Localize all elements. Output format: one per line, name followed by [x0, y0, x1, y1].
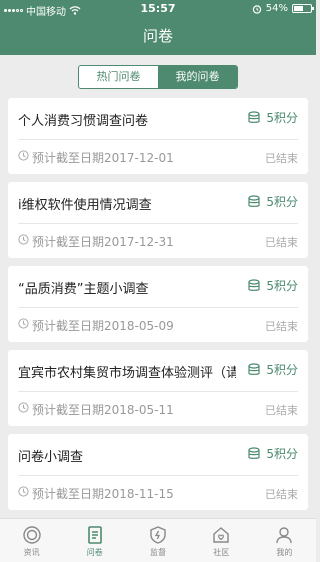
- tab-hot-surveys[interactable]: 热门问卷: [79, 66, 158, 88]
- status-badge: 已结束: [265, 320, 298, 333]
- deadline-text: 预计截至日期2017-12-31: [32, 235, 174, 249]
- battery-icon: [292, 4, 314, 13]
- coins-icon: [248, 194, 260, 207]
- survey-title: 个人消费习惯调查问卷: [18, 114, 149, 129]
- points-label: 5积分: [266, 111, 298, 125]
- bottom-tab-bar: 资讯 问卷 监督 社区 我的: [0, 518, 316, 562]
- clock-icon: [18, 402, 29, 413]
- clock-icon: [18, 486, 29, 497]
- divider: [18, 307, 298, 308]
- divider: [18, 139, 298, 140]
- tabbar-label: 资讯: [23, 548, 40, 557]
- deadline-text: 预计截至日期2018-11-15: [32, 487, 174, 501]
- battery-percent: 54%: [265, 3, 288, 14]
- clock-icon: [18, 234, 29, 245]
- deadline-text: 预计截至日期2018-05-09: [32, 319, 174, 333]
- divider: [18, 223, 298, 224]
- community-icon: [213, 527, 229, 543]
- survey-card[interactable]: i维权软件使用情况调查 5积分 预计截至日期2017-12-31 已结束: [8, 182, 308, 258]
- tabbar-item-community[interactable]: 社区: [190, 519, 253, 562]
- survey-title: “品质消费”主题小调查: [18, 282, 149, 297]
- points-badge: 5积分: [244, 277, 298, 294]
- survey-card[interactable]: “品质消费”主题小调查 5积分 预计截至日期2018-05-09 已结束: [8, 266, 308, 342]
- alarm-icon: [252, 4, 261, 14]
- points-label: 5积分: [266, 363, 298, 377]
- points-label: 5积分: [266, 447, 298, 461]
- points-badge: 5积分: [244, 193, 298, 210]
- tabbar-item-news[interactable]: 资讯: [0, 519, 63, 562]
- survey-card[interactable]: 宜宾市农村集贸市场调查体验测评（请参会... 5积分 预计截至日期2018-05…: [8, 350, 308, 426]
- divider: [18, 391, 298, 392]
- survey-card[interactable]: 问卷小调查 5积分 预计截至日期2018-11-15 已结束: [8, 434, 308, 510]
- shield-icon: [150, 526, 166, 544]
- tabbar-item-survey[interactable]: 问卷: [63, 519, 126, 562]
- coins-icon: [248, 110, 260, 123]
- survey-tabs: 热门问卷 我的问卷: [78, 65, 238, 89]
- survey-title: 问卷小调查: [18, 450, 84, 465]
- status-badge: 已结束: [265, 236, 298, 249]
- points-label: 5积分: [266, 195, 298, 209]
- survey-title: i维权软件使用情况调查: [18, 198, 152, 213]
- survey-icon: [87, 526, 102, 544]
- points-label: 5积分: [266, 279, 298, 293]
- coins-icon: [248, 362, 260, 375]
- points-badge: 5积分: [244, 109, 298, 126]
- points-badge: 5积分: [244, 361, 298, 378]
- user-icon: [276, 527, 293, 544]
- tabbar-label: 问卷: [86, 548, 103, 557]
- tabbar-label: 监督: [150, 548, 166, 557]
- clock-icon: [18, 150, 29, 161]
- survey-list: 个人消费习惯调查问卷 5积分 预计截至日期2017-12-01 已结束 i维权软…: [8, 98, 308, 518]
- tabbar-label: 社区: [213, 548, 230, 557]
- coins-icon: [248, 446, 260, 459]
- deadline-text: 预计截至日期2017-12-01: [32, 151, 174, 165]
- news-icon: [22, 526, 41, 544]
- tab-my-surveys[interactable]: 我的问卷: [158, 66, 237, 88]
- page-title: 问卷: [0, 18, 316, 55]
- tabbar-item-supervise[interactable]: 监督: [126, 519, 189, 562]
- tabbar-label: 我的: [276, 548, 293, 557]
- points-badge: 5积分: [244, 445, 298, 462]
- clock-icon: [18, 318, 29, 329]
- survey-title: 宜宾市农村集贸市场调查体验测评（请参会...: [18, 366, 236, 381]
- tabbar-item-mine[interactable]: 我的: [253, 519, 316, 562]
- divider: [18, 475, 298, 476]
- status-bar: 中国移动 15:57 54%: [0, 0, 316, 18]
- status-badge: 已结束: [265, 152, 298, 165]
- deadline-text: 预计截至日期2018-05-11: [32, 403, 174, 417]
- status-badge: 已结束: [265, 488, 298, 501]
- status-badge: 已结束: [265, 404, 298, 417]
- coins-icon: [248, 278, 260, 291]
- survey-card[interactable]: 个人消费习惯调查问卷 5积分 预计截至日期2017-12-01 已结束: [8, 98, 308, 174]
